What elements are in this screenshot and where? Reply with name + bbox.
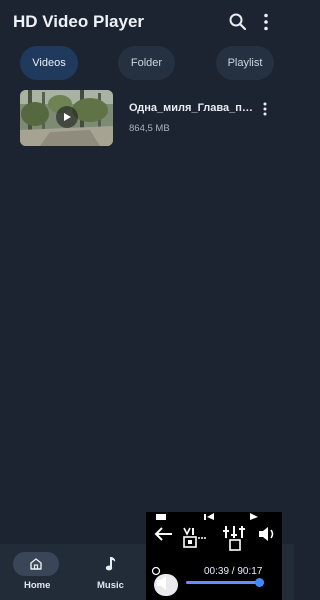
play-button[interactable] (56, 106, 78, 128)
equalizer-icon[interactable] (222, 524, 246, 552)
cast-screen-icon[interactable] (182, 526, 206, 550)
play-icon (64, 113, 71, 121)
nav-label-home: Home (24, 580, 51, 591)
nav-label-music: Music (97, 580, 124, 591)
seek-bar[interactable] (186, 581, 264, 584)
more-vert-icon (263, 102, 267, 116)
home-icon (30, 558, 42, 570)
music-note-icon (105, 557, 116, 571)
tab-folder[interactable]: Folder (118, 46, 175, 80)
mini-player-top-icons (156, 513, 258, 520)
camera-icon[interactable] (150, 566, 162, 576)
seek-bar-knob[interactable] (255, 578, 264, 587)
search-button[interactable] (228, 12, 248, 32)
video-size: 864,5 MB (129, 123, 170, 134)
video-title: Одна_миля_Глава_перв… (129, 102, 253, 114)
video-list-item[interactable]: Одна_миля_Глава_перв… 864,5 MB (0, 88, 294, 150)
tab-bar: Videos Folder Playlist (0, 44, 294, 84)
nav-item-home[interactable]: Home (0, 544, 60, 600)
tab-videos[interactable]: Videos (20, 46, 78, 80)
nav-item-music[interactable]: Music (80, 544, 140, 600)
volume-icon[interactable] (258, 526, 276, 542)
video-item-menu-button[interactable] (260, 101, 270, 117)
more-vert-icon (264, 13, 268, 31)
playback-time: 00:39 / 90:17 (204, 566, 263, 577)
mini-player[interactable]: 00:39 / 90:17 (146, 512, 282, 600)
app-title: HD Video Player (13, 12, 145, 31)
speaker-icon (157, 576, 166, 590)
video-thumbnail[interactable] (20, 90, 113, 146)
overflow-menu-button[interactable] (259, 12, 273, 32)
tab-playlist[interactable]: Playlist (216, 46, 274, 80)
back-arrow-icon[interactable] (154, 526, 174, 542)
search-icon (229, 13, 247, 31)
app-bar: HD Video Player (0, 0, 294, 44)
